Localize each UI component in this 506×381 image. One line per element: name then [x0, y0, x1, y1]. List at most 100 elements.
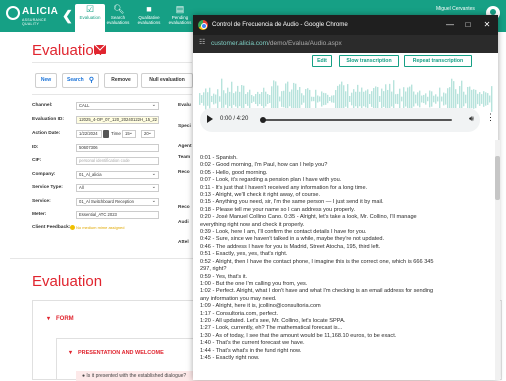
- waveform-bar: [227, 87, 229, 111]
- transcript-line: 0:59 - Yes, that's it.: [200, 273, 248, 280]
- tab-qualitative-evaluations[interactable]: ■ Qualitative evaluations: [134, 4, 164, 32]
- col2-label: Evalu: [178, 103, 191, 108]
- waveform-bar: [387, 89, 389, 109]
- presentation-section-label[interactable]: PRESENTATION AND WELCOME: [78, 350, 164, 356]
- waveform-bar: [217, 89, 219, 109]
- waveform-bar: [475, 89, 477, 109]
- transcript-line: 0:42 - Sure, since we haven't talked in …: [200, 236, 385, 243]
- mail-icon[interactable]: [94, 45, 106, 54]
- scrollbar-thumb[interactable]: [495, 156, 500, 200]
- waveform-bar: [477, 93, 479, 105]
- minimize-icon[interactable]: —: [443, 18, 457, 32]
- evaluation-id-field[interactable]: 12025_4-OP_07_120_20240122H_15_22: [76, 116, 159, 124]
- progress-track[interactable]: [262, 119, 452, 121]
- channel-select[interactable]: CALL: [76, 102, 159, 110]
- divider: [32, 94, 192, 95]
- transcript-line: 1:27 - Look, currently, eh? The mathemat…: [200, 325, 343, 332]
- waveform-bar: [303, 95, 305, 103]
- waveform-bar: [313, 96, 315, 102]
- url-text[interactable]: customer.alicia.com/demo/Evalua/Audio.as…: [211, 40, 342, 47]
- waveform-bar: [213, 93, 215, 105]
- transcript-line: everything right now and check it proper…: [200, 221, 305, 228]
- waveform-bar: [433, 95, 435, 103]
- waveform-bar: [259, 93, 261, 105]
- transcript-line: 1:20 - All updated. Let's see, Mr. Colli…: [200, 317, 346, 324]
- search-button[interactable]: Search ⚲: [62, 73, 99, 88]
- service-type-select[interactable]: All: [76, 184, 159, 192]
- col2-label: Reco: [178, 205, 190, 210]
- maximize-icon[interactable]: □: [461, 18, 475, 32]
- waveform-bar: [317, 95, 319, 103]
- site-info-icon[interactable]: ☷: [199, 39, 207, 47]
- waveform-bar: [291, 89, 293, 109]
- null-evaluation-button[interactable]: Null evaluation: [141, 73, 193, 88]
- waveform-bar: [267, 94, 269, 104]
- waveform-bar: [439, 87, 441, 111]
- chrome-icon: [198, 20, 208, 30]
- waveform-bar: [383, 91, 385, 107]
- service-label: Service:: [32, 199, 51, 204]
- form-section-label[interactable]: FORM: [56, 316, 74, 322]
- progress-knob[interactable]: [260, 117, 266, 123]
- waveform-bar: [335, 90, 337, 108]
- waveform-bar: [349, 96, 351, 102]
- service-select[interactable]: 01_Al Switchboard Reception: [76, 198, 159, 206]
- id-field[interactable]: 50607306: [76, 144, 159, 152]
- close-icon[interactable]: ✕: [480, 18, 494, 32]
- remove-button[interactable]: Remove: [104, 73, 138, 88]
- waveform-bar: [355, 91, 357, 107]
- meter-field[interactable]: Essential_ATC 2023: [76, 211, 159, 219]
- action-date-field[interactable]: 1/22/2024: [76, 130, 102, 138]
- tab-label: Qualitative evaluations: [137, 15, 161, 25]
- transcript-line: 297, right?: [200, 266, 227, 273]
- new-button[interactable]: New: [35, 73, 57, 88]
- clipboard-icon: ▤: [175, 4, 185, 14]
- cif-field[interactable]: personal identification code: [76, 157, 159, 165]
- waveform-bar: [391, 91, 393, 107]
- client-feedback-note: No medium mime assigned: [76, 225, 125, 230]
- tab-search-evaluations[interactable]: 🔍︎ Search evaluations: [103, 4, 133, 32]
- waveform-bar: [327, 94, 329, 104]
- checkbox-icon: ☑: [85, 4, 95, 14]
- transcript-line: 1:02 - Perfect. Alright, what I don't ha…: [200, 288, 434, 295]
- user-name[interactable]: Miguel Cervantes: [436, 6, 475, 12]
- logo-text: ALICIA: [22, 6, 59, 17]
- waveform-bar: [365, 90, 367, 108]
- transcript-line: 0:01 - Spanish.: [200, 155, 238, 161]
- volume-icon[interactable]: 🔊︎: [469, 114, 474, 124]
- waveform-bar: [397, 93, 399, 105]
- app-logo[interactable]: ALICIA ASSURANCE QUALITY: [6, 6, 59, 26]
- waveform-bar: [363, 91, 365, 107]
- waveform-bar: [331, 95, 333, 103]
- waveform-bar: [455, 89, 457, 109]
- waveform-bar: [361, 87, 363, 111]
- tab-pending-evaluations[interactable]: ▤ Pending evaluations: [165, 4, 195, 32]
- transcript-line: 0:15 - Anything you need, sir, I'm the s…: [200, 199, 384, 206]
- play-icon[interactable]: [207, 115, 213, 123]
- back-chevron-icon[interactable]: ❮: [62, 8, 73, 24]
- hour-select[interactable]: 15: [122, 130, 136, 138]
- waveform-bar: [399, 88, 401, 110]
- waveform-bar: [311, 96, 313, 102]
- company-select[interactable]: 01_Al_alicia: [76, 171, 159, 179]
- waveform-bar: [297, 89, 299, 109]
- calendar-icon[interactable]: [103, 130, 109, 138]
- tab-evaluation[interactable]: ☑ Evaluation: [75, 4, 105, 32]
- col2-label: Audi: [178, 220, 189, 225]
- window-titlebar[interactable]: Control de Frecuencia de Audio - Google …: [193, 15, 498, 35]
- chevron-down-icon[interactable]: ▾: [47, 315, 50, 322]
- transcript-line: 1:00 - But the one I'm calling you from,…: [200, 280, 308, 287]
- transcript-line: 1:09 - Alright, here it is, jcollino@con…: [200, 303, 321, 310]
- chevron-down-icon[interactable]: ▾: [69, 349, 72, 356]
- transcript-line: 0:13 - Alright, we'll check it right awa…: [200, 192, 321, 199]
- divider: [10, 258, 195, 259]
- client-feedback-label: Client Feedback:: [32, 225, 71, 230]
- waveform-bar: [229, 91, 231, 107]
- minute-select[interactable]: 20: [141, 130, 155, 138]
- transcript-line: 0:39 - Look, here I am, I'll confirm the…: [200, 229, 367, 236]
- more-options-icon[interactable]: ⋮: [486, 112, 495, 122]
- chat-icon: ■: [146, 4, 152, 14]
- transcript-line: 0:05 - Hello, good morning.: [200, 169, 268, 176]
- id-label: ID:: [32, 145, 39, 150]
- waveform-bar: [203, 92, 205, 106]
